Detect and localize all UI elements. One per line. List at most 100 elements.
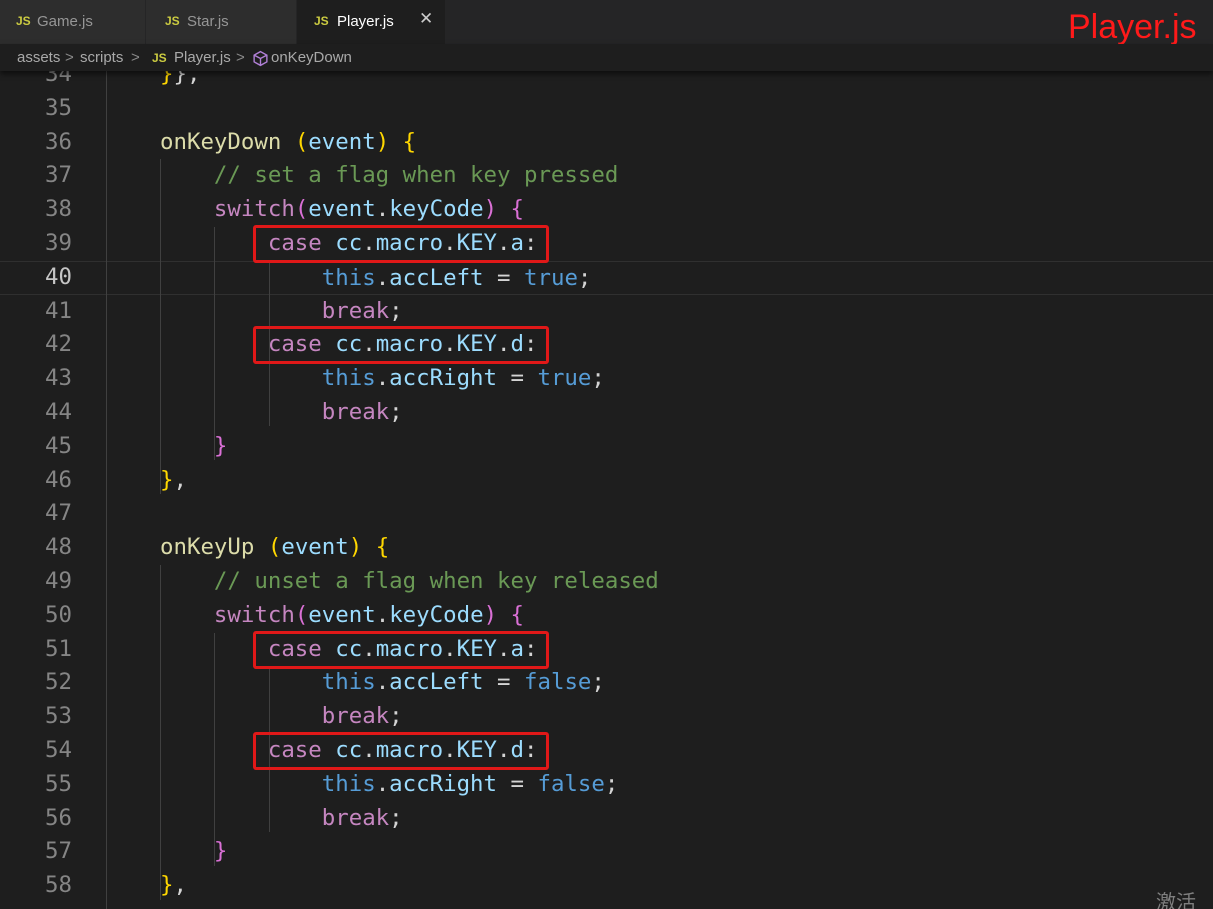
line-number: 50 — [45, 601, 72, 628]
breadcrumb-item-file[interactable]: Player.js — [174, 49, 231, 66]
code-token: } — [160, 71, 174, 87]
code-line[interactable]: 55 this.accRight = false; — [0, 768, 1213, 802]
activation-watermark: 激活 — [1156, 890, 1196, 909]
close-icon[interactable]: ✕ — [419, 9, 433, 29]
code-token: = — [497, 365, 538, 392]
code-token: . — [375, 770, 390, 797]
code-token: break — [321, 399, 390, 425]
code-token: ; — [591, 669, 605, 696]
code-text: }, — [160, 869, 187, 903]
code-text: this.accRight = false; — [160, 768, 619, 802]
code-token: { — [375, 534, 390, 561]
code-line[interactable]: 53 break; — [0, 700, 1213, 734]
code-text: switch(event.keyCode) { — [160, 193, 524, 227]
tab-label: Star.js — [187, 13, 229, 30]
highlight-box — [252, 630, 549, 669]
code-token: keyCode — [389, 601, 484, 628]
code-line[interactable]: 47 — [0, 497, 1213, 531]
chevron-right-icon: > — [65, 49, 74, 66]
code-line[interactable]: 35 — [0, 92, 1213, 126]
line-number: 49 — [45, 568, 72, 594]
code-token: } — [160, 872, 174, 899]
code-token: false — [524, 669, 592, 696]
code-token: } — [160, 466, 174, 493]
code-line[interactable]: 36 onKeyDown (event) { — [0, 126, 1213, 160]
tab-star-js[interactable]: JS Star.js — [146, 0, 297, 44]
code-text: break; — [160, 802, 403, 836]
code-text: this.accRight = true; — [160, 362, 605, 396]
code-line[interactable]: 46}, — [0, 464, 1213, 498]
code-line[interactable]: 56 break; — [0, 802, 1213, 836]
code-line[interactable]: 50 switch(event.keyCode) { — [0, 599, 1213, 633]
code-line[interactable]: 39 case cc.macro.KEY.a: — [0, 225, 1213, 263]
code-token: ; — [577, 264, 592, 291]
annotation-title: Player.js — [1068, 8, 1197, 46]
code-token: event — [308, 128, 376, 155]
code-line[interactable]: 37 // set a flag when key pressed — [0, 159, 1213, 193]
js-file-icon: JS — [16, 14, 31, 28]
code-line[interactable]: 38 switch(event.keyCode) { — [0, 193, 1213, 227]
code-editor[interactable]: 34}}, 35 36 onKeyDown (event) {37 // set a … — [0, 71, 1213, 909]
line-number: 55 — [45, 770, 72, 797]
code-token: . — [375, 196, 390, 223]
code-text: this.accLeft = false; — [160, 666, 605, 700]
code-line[interactable]: 54 case cc.macro.KEY.d: — [0, 732, 1213, 770]
code-token: onKeyDown — [160, 128, 282, 155]
code-token: = — [483, 264, 524, 291]
code-line[interactable]: 51 case cc.macro.KEY.a: — [0, 630, 1213, 669]
code-token: = — [483, 669, 524, 696]
code-line[interactable]: 34}}, — [0, 71, 1213, 92]
breadcrumb-item-scripts[interactable]: scripts — [80, 49, 123, 66]
code-line[interactable]: 59 — [0, 903, 1213, 909]
code-line[interactable]: 44 break; — [0, 396, 1213, 430]
code-token: ; — [389, 804, 403, 831]
line-number: 57 — [45, 838, 72, 865]
line-number: 40 — [45, 263, 72, 290]
code-token: accLeft — [389, 669, 484, 696]
code-line[interactable]: 45 } — [0, 430, 1213, 464]
code-line[interactable]: 41 break; — [0, 295, 1213, 329]
code-token: break — [321, 804, 390, 831]
code-line[interactable]: 58}, — [0, 869, 1213, 903]
tab-game-js[interactable]: JS Game.js — [0, 0, 146, 44]
line-number: 53 — [45, 703, 72, 730]
line-number: 56 — [45, 804, 72, 831]
line-number: 46 — [45, 466, 72, 493]
line-number: 47 — [45, 500, 72, 527]
code-token: ( — [294, 196, 309, 223]
code-token: accRight — [389, 365, 498, 392]
code-text: onKeyDown (event) { — [160, 126, 416, 160]
breadcrumb-item-symbol[interactable]: onKeyDown — [271, 49, 352, 66]
js-file-icon: JS — [165, 14, 180, 28]
code-token: ) — [348, 534, 363, 561]
code-line[interactable]: 42 case cc.macro.KEY.d: — [0, 326, 1213, 365]
line-number: 59 — [0, 903, 72, 909]
code-text: this.accLeft = true; — [160, 262, 592, 296]
code-line[interactable]: 52 this.accLeft = false; — [0, 666, 1213, 700]
code-line[interactable]: 49 // unset a flag when key released — [0, 565, 1213, 599]
code-token: } — [213, 838, 228, 865]
code-token: break — [321, 703, 390, 730]
breadcrumb: assets > scripts > JS Player.js > onKeyD… — [0, 44, 1213, 71]
code-token: accLeft — [389, 264, 484, 291]
code-token: ; — [389, 703, 403, 730]
code-text: }, — [160, 464, 187, 498]
code-token: }, — [173, 71, 201, 87]
tab-player-js[interactable]: JS Player.js ✕ — [297, 0, 446, 44]
code-line[interactable]: 48 onKeyUp (event) { — [0, 531, 1213, 565]
code-line[interactable]: 43 this.accRight = true; — [0, 362, 1213, 396]
breadcrumb-item-assets[interactable]: assets — [17, 49, 60, 66]
code-line[interactable]: 57 } — [0, 835, 1213, 869]
code-line[interactable]: 40 this.accLeft = true; — [0, 260, 1213, 296]
